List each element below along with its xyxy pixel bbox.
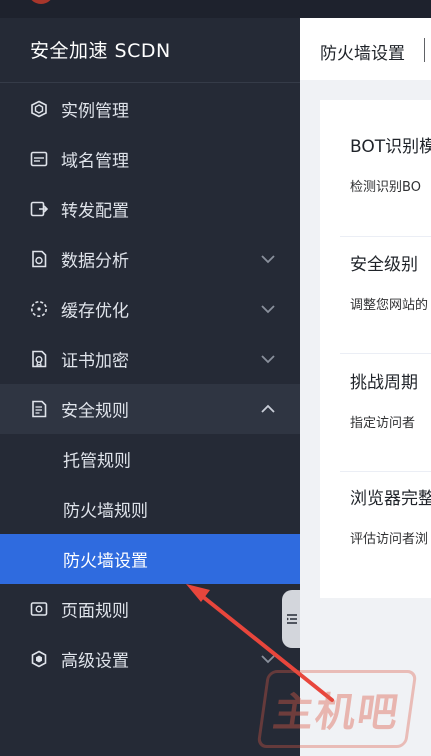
setting-description: 检测识别BO bbox=[350, 180, 421, 195]
tab-firewall-settings[interactable]: 防火墙设置 bbox=[320, 39, 405, 64]
setting-browser-integrity: 浏览器完整 评估访问者浏 bbox=[350, 484, 431, 547]
logo-icon bbox=[28, 0, 54, 4]
sidebar-item-label: 转发配置 bbox=[61, 201, 129, 222]
sidebar-item-instances[interactable]: 实例管理 bbox=[0, 84, 300, 134]
setting-description: 调整您网站的 bbox=[350, 298, 429, 313]
setting-description: 指定访问者 bbox=[350, 416, 416, 431]
chevron-down-icon bbox=[259, 351, 277, 367]
sidebar-collapse-handle[interactable] bbox=[282, 590, 302, 648]
setting-title: BOT识别模 bbox=[350, 137, 431, 157]
sidebar-item-label: 实例管理 bbox=[61, 101, 129, 122]
sidebar-item-label: 页面规则 bbox=[61, 601, 129, 622]
sidebar-item-security-rules[interactable]: 安全规则 bbox=[0, 384, 300, 434]
sidebar-subitem-label: 防火墙设置 bbox=[63, 551, 148, 572]
sidebar: 安全加速 SCDN 实例管理 域名管理 转发配置 数据分析 缓存优化 证书加密 … bbox=[0, 18, 300, 756]
main-content: 防火墙设置 BOT识别模 检测识别BO 安全级别 调整您网站的 挑战周期 指定访… bbox=[300, 18, 431, 756]
sidebar-item-domains[interactable]: 域名管理 bbox=[0, 134, 300, 184]
sidebar-item-cache[interactable]: 缓存优化 bbox=[0, 284, 300, 334]
chevron-down-icon bbox=[259, 301, 277, 317]
settings-card: BOT识别模 检测识别BO 安全级别 调整您网站的 挑战周期 指定访问者 浏览器… bbox=[320, 100, 431, 598]
sidebar-item-page-rules[interactable]: 页面规则 bbox=[0, 584, 300, 634]
sidebar-item-label: 缓存优化 bbox=[61, 301, 129, 322]
sidebar-divider bbox=[0, 82, 300, 83]
analytics-icon bbox=[30, 250, 48, 268]
sidebar-item-label: 域名管理 bbox=[61, 151, 129, 172]
sidebar-subitem-firewall-settings[interactable]: 防火墙设置 bbox=[0, 534, 300, 584]
sidebar-subitem-label: 防火墙规则 bbox=[63, 501, 148, 522]
security-rules-icon bbox=[30, 400, 48, 418]
sidebar-item-label: 证书加密 bbox=[61, 351, 129, 372]
sidebar-title: 安全加速 SCDN bbox=[30, 40, 171, 62]
certificate-icon bbox=[30, 350, 48, 368]
page-rules-icon bbox=[30, 600, 48, 618]
sidebar-item-advanced-settings[interactable]: 高级设置 bbox=[0, 634, 300, 684]
setting-title: 安全级别 bbox=[350, 255, 418, 275]
sidebar-item-label: 高级设置 bbox=[61, 651, 129, 672]
setting-divider bbox=[340, 353, 431, 354]
tab-separator bbox=[424, 38, 425, 62]
chevron-up-icon bbox=[259, 401, 277, 417]
shield-icon bbox=[30, 650, 48, 668]
top-bar bbox=[0, 0, 431, 18]
sidebar-subitem-label: 托管规则 bbox=[63, 451, 131, 472]
cube-icon bbox=[30, 100, 48, 118]
sidebar-item-analytics[interactable]: 数据分析 bbox=[0, 234, 300, 284]
tab-bar: 防火墙设置 bbox=[300, 18, 431, 80]
setting-challenge-period: 挑战周期 指定访问者 bbox=[350, 368, 431, 431]
forward-icon bbox=[30, 200, 48, 218]
sidebar-item-forwarding[interactable]: 转发配置 bbox=[0, 184, 300, 234]
sidebar-subitem-managed-rules[interactable]: 托管规则 bbox=[0, 434, 300, 484]
setting-divider bbox=[340, 471, 431, 472]
setting-description: 评估访问者浏 bbox=[350, 532, 429, 547]
setting-bot-detection: BOT识别模 检测识别BO bbox=[350, 132, 431, 195]
chevron-down-icon bbox=[259, 251, 277, 267]
sidebar-item-label: 安全规则 bbox=[61, 401, 129, 422]
sidebar-item-certificates[interactable]: 证书加密 bbox=[0, 334, 300, 384]
setting-title: 挑战周期 bbox=[350, 373, 418, 393]
setting-title: 浏览器完整 bbox=[350, 489, 431, 509]
menu-collapse-icon bbox=[287, 614, 297, 624]
sidebar-menu: 实例管理 域名管理 转发配置 数据分析 缓存优化 证书加密 安全规则 托管规则 … bbox=[0, 84, 300, 684]
domain-icon bbox=[30, 150, 48, 168]
setting-divider bbox=[340, 236, 431, 237]
setting-security-level: 安全级别 调整您网站的 bbox=[350, 250, 431, 313]
cache-icon bbox=[30, 300, 48, 318]
sidebar-item-label: 数据分析 bbox=[61, 251, 129, 272]
chevron-down-icon bbox=[259, 651, 277, 667]
sidebar-subitem-firewall-rules[interactable]: 防火墙规则 bbox=[0, 484, 300, 534]
